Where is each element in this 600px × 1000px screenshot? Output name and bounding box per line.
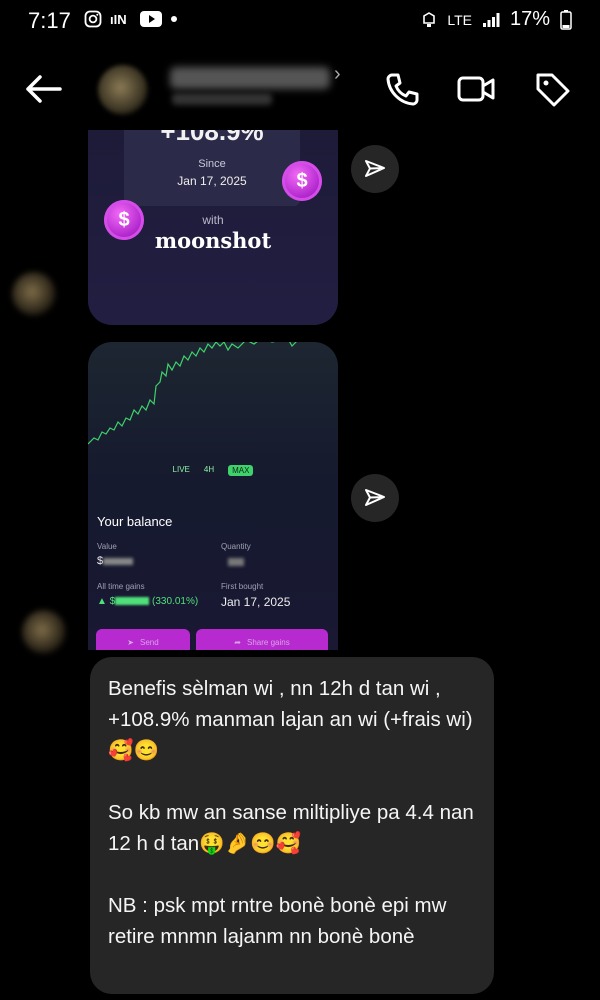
- shared-balance-card[interactable]: LIVE 4H MAX Your balance Value $ Quantit…: [88, 342, 338, 650]
- share-button[interactable]: [351, 145, 399, 193]
- youtube-icon: [140, 11, 162, 27]
- share-gains-button[interactable]: ➦ Share gains: [196, 629, 328, 650]
- tag-icon[interactable]: [532, 69, 572, 109]
- battery-percent: 17%: [509, 8, 550, 30]
- chevron-right-icon[interactable]: ›: [334, 63, 341, 86]
- first-bought-label: First bought: [221, 582, 264, 591]
- battery-icon: [560, 9, 572, 30]
- status-bar: 7:17 ıIN LTE 17%: [0, 0, 600, 44]
- message-paragraph: So kb mw an sanse miltipliye pa 4.4 nan …: [108, 801, 474, 855]
- brand-logo: moonshot: [154, 228, 272, 253]
- gain-box: +108.9% Since Jan 17, 2025: [124, 130, 300, 206]
- phone-icon[interactable]: [382, 69, 422, 109]
- back-arrow-icon[interactable]: [22, 69, 66, 109]
- time-range-tabs: LIVE 4H MAX: [88, 465, 338, 476]
- message-paragraph: Benefis sèlman wi , nn 12h d tan wi , +1…: [108, 677, 473, 762]
- contact-name-redacted[interactable]: [170, 67, 330, 89]
- since-date: Jan 17, 2025: [177, 174, 247, 188]
- tab-4h[interactable]: 4H: [204, 465, 214, 476]
- all-time-gains-label: All time gains: [97, 582, 145, 591]
- network-type: LTE: [447, 11, 472, 28]
- tab-live[interactable]: LIVE: [173, 465, 190, 476]
- first-bought-date: Jan 17, 2025: [221, 595, 291, 609]
- dot-icon: [171, 16, 177, 22]
- forward-icon: ➦: [234, 637, 241, 647]
- shared-gain-card[interactable]: +108.9% Since Jan 17, 2025 $ $ with moon…: [88, 130, 338, 325]
- chat-header: ›: [0, 55, 600, 125]
- quantity-value-redacted: [228, 557, 244, 569]
- video-icon[interactable]: [456, 69, 496, 109]
- coin-icon: $: [282, 161, 322, 201]
- status-right: LTE 17%: [421, 8, 572, 31]
- balance-title: Your balance: [97, 514, 173, 529]
- tab-max[interactable]: MAX: [228, 465, 254, 476]
- quantity-label: Quantity: [221, 542, 251, 551]
- value-label: Value: [97, 542, 117, 551]
- sender-avatar[interactable]: [12, 272, 56, 316]
- send-share-icon: [365, 489, 385, 506]
- send-button[interactable]: ➤ Send: [96, 629, 190, 650]
- status-notification-icons: ıIN: [84, 10, 178, 28]
- gain-percent: +108.9%: [160, 130, 264, 146]
- price-chart: [88, 342, 297, 445]
- contact-username-redacted: [172, 93, 272, 105]
- alarm-icon: [423, 11, 436, 27]
- share-button[interactable]: [351, 474, 399, 522]
- sender-avatar[interactable]: [22, 610, 66, 654]
- send-share-icon: [365, 160, 385, 177]
- signal-strength-icon: [482, 12, 500, 27]
- since-label: Since: [198, 158, 226, 170]
- status-time: 7:17: [28, 8, 71, 33]
- all-time-gains-value: ▲ $ (330.01%): [97, 596, 199, 607]
- instagram-icon: [84, 10, 102, 28]
- svg-text:ıIN: ıIN: [110, 12, 127, 27]
- value-amount: $: [97, 555, 134, 567]
- message-bubble[interactable]: Benefis sèlman wi , nn 12h d tan wi , +1…: [90, 657, 494, 994]
- contact-avatar[interactable]: [98, 65, 148, 115]
- send-icon: ➤: [127, 637, 134, 647]
- signal-app-icon: ıIN: [110, 12, 127, 27]
- message-paragraph: NB : psk mpt rntre bonè bonè epi mw reti…: [108, 894, 447, 948]
- with-label: with: [202, 213, 224, 227]
